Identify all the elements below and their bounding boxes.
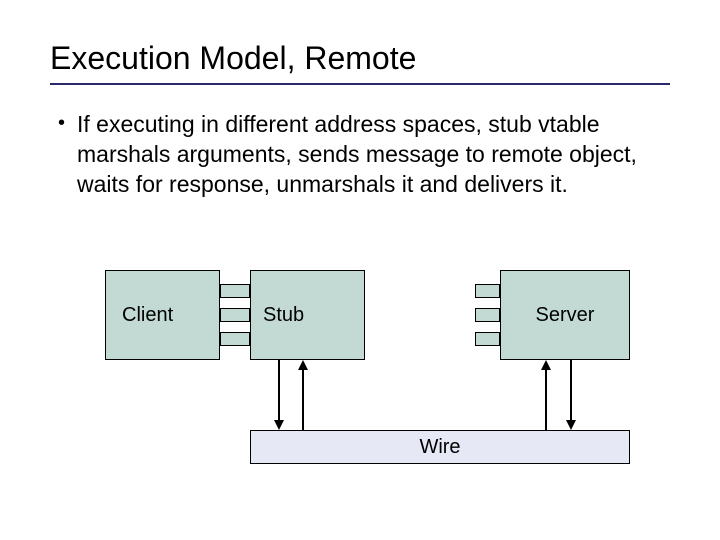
server-box: Server <box>500 270 630 360</box>
arrow-down-icon <box>566 420 576 430</box>
connector <box>475 284 500 298</box>
slide-title: Execution Model, Remote <box>50 40 670 77</box>
connector <box>220 332 250 346</box>
arrow-line <box>570 360 572 422</box>
stub-label: Stub <box>263 304 304 327</box>
connector <box>475 308 500 322</box>
title-rule <box>50 83 670 85</box>
connector <box>220 284 250 298</box>
arrow-line <box>545 368 547 430</box>
bullet-marker: • <box>58 109 65 137</box>
diagram: Client Stub Server Wire <box>0 270 720 500</box>
connector <box>220 308 250 322</box>
wire-box: Wire <box>250 430 630 464</box>
bullet-item: • If executing in different address spac… <box>50 109 670 199</box>
client-box: Client <box>105 270 220 360</box>
client-label: Client <box>122 304 173 327</box>
arrow-up-icon <box>541 360 551 370</box>
arrow-up-icon <box>298 360 308 370</box>
bullet-text: If executing in different address spaces… <box>77 109 637 199</box>
stub-box: Stub <box>250 270 365 360</box>
arrow-line <box>302 368 304 430</box>
connector <box>475 332 500 346</box>
server-label: Server <box>536 304 595 327</box>
wire-label: Wire <box>419 436 460 459</box>
arrow-down-icon <box>274 420 284 430</box>
arrow-line <box>278 360 280 422</box>
